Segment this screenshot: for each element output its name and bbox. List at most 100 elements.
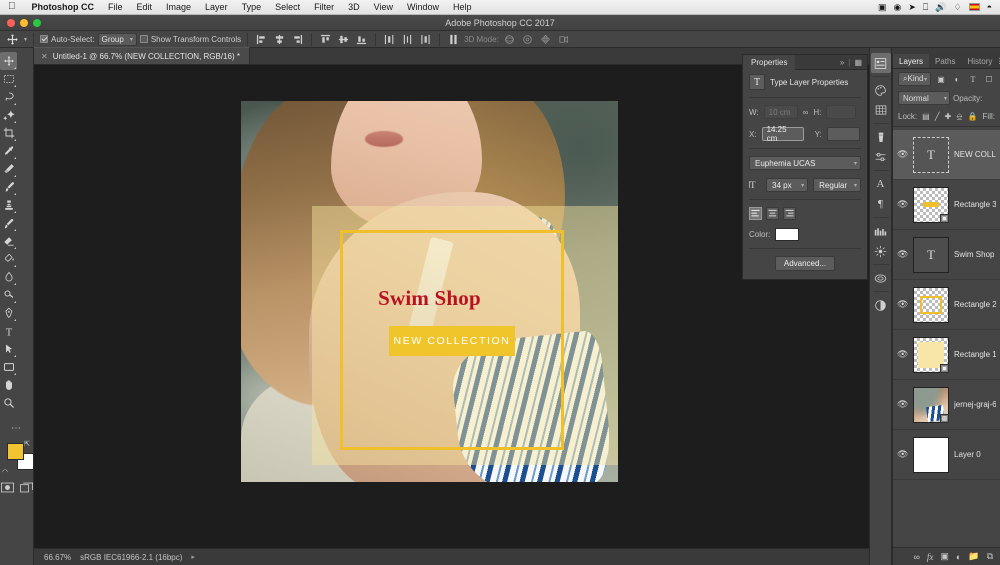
wifi-icon[interactable]: ◓ <box>987 2 992 12</box>
link-layers-icon[interactable]: ∞ <box>913 552 919 562</box>
layer-thumbnail[interactable] <box>913 286 949 323</box>
menu-window[interactable]: Window <box>400 2 446 12</box>
type-filter-icon[interactable]: T <box>967 73 979 86</box>
layer-thumbnail[interactable]: T <box>913 236 949 273</box>
zoom-tool[interactable] <box>0 394 17 412</box>
tool-preset-chevron-icon[interactable]: ▾ <box>24 36 27 43</box>
bluetooth-icon[interactable]: ♢ <box>953 2 961 13</box>
align-bottom-edges-icon[interactable] <box>354 32 369 46</box>
3d-orbit-icon[interactable] <box>502 32 517 46</box>
dropbox-icon[interactable]: ◉ <box>893 2 901 13</box>
color-panel-icon[interactable] <box>871 80 891 100</box>
quick-selection-tool[interactable] <box>0 106 17 124</box>
shuttle-icon[interactable]: ➤ <box>908 2 916 13</box>
align-center-icon[interactable] <box>766 207 779 220</box>
blur-tool[interactable] <box>0 268 17 286</box>
layer-row[interactable]: 👁 ▩ jernej-graj-65 <box>893 380 1000 430</box>
layer-row[interactable]: 👁 ▣ Rectangle 1 <box>893 330 1000 380</box>
character-panel-icon[interactable]: A <box>871 174 891 194</box>
apple-icon[interactable]:  <box>0 2 25 12</box>
width-field[interactable]: 10 cm <box>763 105 798 119</box>
eraser-tool[interactable] <box>0 232 17 250</box>
adjustment-layer-icon[interactable]: ◐ <box>956 552 961 562</box>
rectangle-tool[interactable] <box>0 358 17 376</box>
link-dimensions-icon[interactable]: ∞ <box>803 108 809 117</box>
align-left-icon[interactable] <box>749 207 762 220</box>
artboard[interactable]: Swim Shop NEW COLLECTION <box>241 101 618 482</box>
screen-mode-icon[interactable] <box>19 482 33 495</box>
filter-kind-dropdown[interactable]: ⌕Kind ▾ <box>898 72 931 86</box>
new-group-icon[interactable]: 📁 <box>968 551 979 562</box>
height-field[interactable] <box>826 105 857 119</box>
foreground-color-swatch[interactable] <box>7 443 24 460</box>
libraries-panel-icon[interactable] <box>871 221 891 241</box>
layer-row[interactable]: 👁 T NEW COLLEC <box>893 130 1000 180</box>
align-top-edges-icon[interactable] <box>318 32 333 46</box>
menu-select[interactable]: Select <box>268 2 307 12</box>
rectangular-marquee-tool[interactable] <box>0 70 17 88</box>
layer-row[interactable]: 👁 Rectangle 2 <box>893 280 1000 330</box>
tab-layers[interactable]: Layers <box>893 54 930 68</box>
edit-toolbar-icon[interactable]: ⋯ <box>0 419 33 437</box>
menu-3d[interactable]: 3D <box>341 2 367 12</box>
hand-tool[interactable] <box>0 376 17 394</box>
layer-name[interactable]: NEW COLLEC <box>954 150 996 159</box>
adjustments-panel-icon[interactable] <box>871 127 891 147</box>
show-transform-checkbox[interactable] <box>139 35 148 43</box>
layer-visibility-icon[interactable]: 👁 <box>897 149 908 160</box>
font-size-dropdown[interactable]: 34 px ▾ <box>766 178 809 192</box>
path-selection-tool[interactable] <box>0 340 17 358</box>
align-right-edges-icon[interactable] <box>290 32 305 46</box>
airplay-icon[interactable]: ⎕ <box>923 2 928 13</box>
layer-thumbnail[interactable] <box>913 436 949 473</box>
3d-pan-icon[interactable] <box>538 32 553 46</box>
auto-select-dropdown[interactable]: Group ▾ <box>97 32 137 46</box>
blend-mode-dropdown[interactable]: Normal ▾ <box>898 91 950 105</box>
layer-list[interactable]: 👁 T NEW COLLEC 👁 ▣ Rectangle 3 👁 T Swim … <box>893 130 1000 547</box>
auto-select-checkbox[interactable] <box>40 35 49 43</box>
layer-style-icon[interactable]: fx <box>927 552 934 562</box>
align-left-edges-icon[interactable] <box>254 32 269 46</box>
menu-app-name[interactable]: Photoshop CC <box>25 2 102 12</box>
clone-stamp-tool[interactable] <box>0 196 17 214</box>
brush-tool[interactable] <box>0 178 17 196</box>
distribute-right-icon[interactable] <box>418 32 433 46</box>
dodge-tool[interactable] <box>0 286 17 304</box>
flag-icon[interactable] <box>968 3 980 11</box>
x-field[interactable]: 14.25 cm <box>761 125 804 143</box>
layer-name[interactable]: Layer 0 <box>954 450 981 459</box>
shape-filter-icon[interactable]: ☐ <box>983 73 995 86</box>
text-color-swatch[interactable] <box>775 228 800 241</box>
menu-file[interactable]: File <box>101 2 130 12</box>
layer-mask-icon[interactable]: ▣ <box>940 551 949 562</box>
brush-panel-icon[interactable] <box>871 241 891 261</box>
layer-name[interactable]: Rectangle 2 <box>954 300 996 309</box>
align-horizontal-centers-icon[interactable] <box>272 32 287 46</box>
distribute-spacing-icon[interactable] <box>446 32 461 46</box>
paragraph-panel-icon[interactable]: ¶ <box>871 194 891 214</box>
menu-view[interactable]: View <box>367 2 400 12</box>
history-brush-tool[interactable] <box>0 214 17 232</box>
close-icon[interactable]: ✕ <box>41 52 48 61</box>
layer-visibility-icon[interactable]: 👁 <box>897 199 908 210</box>
double-chevron-right-icon[interactable]: » <box>840 58 844 67</box>
font-style-dropdown[interactable]: Regular ▾ <box>813 178 861 192</box>
layer-name[interactable]: Rectangle 3 <box>954 200 996 209</box>
menu-layer[interactable]: Layer <box>198 2 235 12</box>
3d-slide-icon[interactable] <box>556 32 571 46</box>
advanced-button[interactable]: Advanced... <box>774 256 836 271</box>
layer-visibility-icon[interactable]: 👁 <box>897 399 908 410</box>
distribute-center-icon[interactable] <box>400 32 415 46</box>
3d-roll-icon[interactable] <box>520 32 535 46</box>
font-family-dropdown[interactable]: Euphemia UCAS ▾ <box>749 156 861 170</box>
lock-artboard-icon[interactable]: ⎒ <box>956 110 962 123</box>
layer-thumbnail[interactable]: ▣ <box>913 336 949 373</box>
pixel-filter-icon[interactable]: ▣ <box>935 73 947 86</box>
align-right-icon[interactable] <box>783 207 796 220</box>
styles-panel-icon[interactable] <box>871 147 891 167</box>
lock-transparent-pixels-icon[interactable]: ▤ <box>922 110 930 123</box>
align-vertical-centers-icon[interactable] <box>336 32 351 46</box>
layer-visibility-icon[interactable]: 👁 <box>897 349 908 360</box>
layer-name[interactable]: Rectangle 1 <box>954 350 996 359</box>
tab-history[interactable]: History <box>961 54 998 68</box>
